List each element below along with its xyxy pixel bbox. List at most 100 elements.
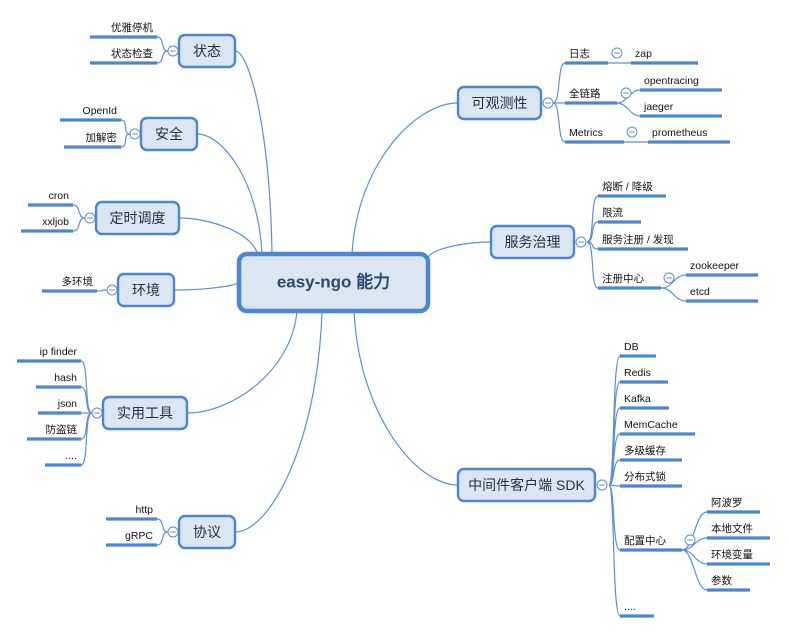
branch-status[interactable]: 状态 <box>177 33 237 69</box>
leaf-item[interactable]: MemCache <box>620 419 695 436</box>
leaf-label: 多级缓存 <box>624 444 666 457</box>
branch-security[interactable]: 安全 <box>139 116 199 152</box>
status-collapse-icon[interactable] <box>167 45 179 57</box>
leaf-item[interactable]: gRPC <box>106 530 157 547</box>
observability-collapse-icon[interactable] <box>542 97 554 109</box>
connector-line <box>552 102 566 143</box>
branch-tools-label: 实用工具 <box>117 405 173 421</box>
leaf-item[interactable]: 全链路 <box>565 87 617 105</box>
connector-line <box>156 518 169 533</box>
scheduler-collapse-icon[interactable] <box>84 212 96 224</box>
leaf-label: etcd <box>690 286 710 298</box>
leaf-item[interactable]: DB <box>620 341 656 358</box>
leaf-label: 服务注册 / 发现 <box>602 233 674 246</box>
governance-collapse-icon[interactable] <box>575 236 587 248</box>
leaf-item[interactable]: 环境变量 <box>707 548 770 566</box>
sub-collapse-icon[interactable] <box>620 87 632 99</box>
leaf-label: 注册中心 <box>602 272 644 285</box>
mind-map-canvas: easy-ngo 能力 状态 优雅停机状态检查安全 OpenId 加解密定时调度 cron… <box>17 21 770 618</box>
leaf-item[interactable]: 多环境 <box>42 275 97 293</box>
branch-env-label: 环境 <box>132 282 160 298</box>
leaf-item[interactable]: zookeeper <box>686 260 758 277</box>
leaf-item[interactable]: Metrics <box>565 127 624 144</box>
env-collapse-icon[interactable] <box>106 284 118 296</box>
leaf-item[interactable]: .... <box>45 450 81 467</box>
leaf-item[interactable]: 分布式锁 <box>620 470 682 488</box>
leaf-item[interactable]: Kafka <box>620 393 669 410</box>
connector-line <box>353 310 459 486</box>
connector-line <box>178 217 259 257</box>
branch-tools[interactable]: 实用工具 <box>101 395 189 431</box>
connector-line <box>120 133 131 148</box>
connector-line <box>234 310 323 533</box>
leaf-item[interactable]: xxljob <box>21 216 73 233</box>
leaf-item[interactable]: etcd <box>686 286 758 303</box>
leaf-item[interactable]: 优雅停机 <box>90 21 157 39</box>
leaf-label: 分布式锁 <box>624 470 666 483</box>
leaf-item[interactable]: 防盗链 <box>27 423 81 441</box>
leaf-item[interactable]: OpenId <box>60 105 121 122</box>
branch-middleware[interactable]: 中间件客户端 SDK <box>456 467 597 503</box>
leaf-item[interactable]: Redis <box>620 367 668 384</box>
connector-line <box>196 133 263 255</box>
connector-line <box>660 287 687 302</box>
branch-env[interactable]: 环境 <box>116 272 176 308</box>
leaf-item[interactable]: prometheus <box>648 127 730 144</box>
branch-protocol[interactable]: 协议 <box>177 514 237 550</box>
leaf-item[interactable]: 状态检查 <box>90 47 157 65</box>
leaf-item[interactable]: http <box>106 504 157 521</box>
middleware-collapse-icon[interactable] <box>596 479 608 491</box>
leaf-item[interactable]: jaeger <box>640 101 722 118</box>
leaf-item[interactable]: 加解密 <box>64 131 121 149</box>
leaf-item[interactable]: 限流 <box>598 206 641 224</box>
branch-middleware-label: 中间件客户端 SDK <box>468 477 585 493</box>
leaf-item[interactable]: 多级缓存 <box>620 444 682 462</box>
leaf-label: prometheus <box>652 127 707 139</box>
leaf-item[interactable]: hash <box>36 372 81 389</box>
sub-collapse-icon[interactable] <box>611 47 623 59</box>
sub-collapse-icon[interactable] <box>626 126 638 138</box>
leaf-label: 配置中心 <box>624 534 666 547</box>
leaf-label: Kafka <box>624 393 651 405</box>
connector-line <box>156 36 169 52</box>
security-collapse-icon[interactable] <box>129 128 141 140</box>
leaf-label: DB <box>624 341 639 353</box>
leaf-item[interactable]: cron <box>28 190 73 207</box>
leaf-label: MemCache <box>624 419 678 431</box>
leaf-label: hash <box>54 372 77 384</box>
connector-line <box>186 310 298 414</box>
sub-collapse-icon[interactable] <box>663 272 675 284</box>
branch-scheduler[interactable]: 定时调度 <box>94 200 181 236</box>
leaf-item[interactable]: 配置中心 <box>620 534 682 552</box>
leaf-item[interactable]: 本地文件 <box>707 522 770 540</box>
connector-line <box>96 289 108 292</box>
leaf-label: OpenId <box>83 105 118 117</box>
leaf-item[interactable]: 参数 <box>707 574 750 592</box>
tools-collapse-icon[interactable] <box>91 407 103 419</box>
leaf-item[interactable]: 注册中心 <box>598 272 661 290</box>
leaf-item[interactable]: opentracing <box>640 75 722 92</box>
leaf-label: 日志 <box>569 47 590 60</box>
leaf-item[interactable]: .... <box>620 601 654 618</box>
leaf-label: 状态检查 <box>111 47 153 60</box>
leaf-label: 限流 <box>602 206 623 219</box>
leaf-item[interactable]: 服务注册 / 发现 <box>598 233 688 251</box>
branch-status-label: 状态 <box>193 43 221 59</box>
root-node[interactable]: easy-ngo 能力 <box>236 251 431 314</box>
connector-line <box>72 204 86 219</box>
leaf-item[interactable]: 日志 <box>565 47 608 65</box>
leaf-item[interactable]: zap <box>631 48 698 65</box>
sub-collapse-icon[interactable] <box>684 534 696 546</box>
protocol-collapse-icon[interactable] <box>167 526 179 538</box>
leaf-item[interactable]: 熔断 / 降级 <box>598 180 666 198</box>
leaf-label: zookeeper <box>690 260 740 272</box>
branch-observability[interactable]: 可观测性 <box>456 85 543 121</box>
leaf-item[interactable]: 阿波罗 <box>707 496 760 514</box>
leaf-item[interactable]: json <box>38 398 81 415</box>
leaf-item[interactable]: ip finder <box>17 346 81 363</box>
connector-line <box>351 102 459 255</box>
leaf-label: Metrics <box>569 127 603 139</box>
leaf-label: Redis <box>624 367 651 379</box>
branch-governance[interactable]: 服务治理 <box>489 224 576 260</box>
connector-line <box>608 484 621 617</box>
